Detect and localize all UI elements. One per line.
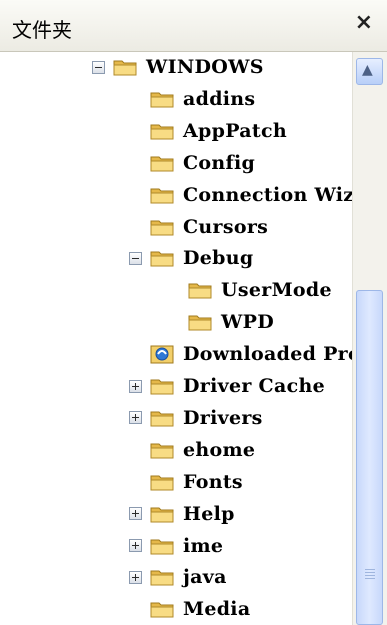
tree-item-label: ime <box>183 534 224 557</box>
folders-pane: 文件夹 × WINDOWS addins AppPatch Config Connect… <box>0 0 387 625</box>
expand-plus-icon[interactable] <box>129 507 142 521</box>
expand-plus-icon[interactable] <box>129 570 142 584</box>
tree-item-label: Help <box>183 502 235 525</box>
tree-item[interactable]: WPD <box>188 307 274 337</box>
tree-item-label: Driver Cache <box>183 375 325 397</box>
tree-item[interactable]: UserMode <box>188 275 332 305</box>
folder-icon <box>150 121 183 141</box>
tree-item[interactable]: ime <box>129 531 223 561</box>
folder-icon <box>150 567 183 587</box>
tree-item[interactable]: Driver Cache <box>129 371 325 401</box>
tree-item[interactable]: Cursors <box>150 212 268 242</box>
tree-item[interactable]: Media <box>150 594 250 624</box>
folder-icon <box>150 599 183 619</box>
tree-item[interactable]: Help <box>129 499 235 529</box>
folders-pane-header: 文件夹 × <box>0 0 387 52</box>
collapse-minus-icon[interactable] <box>92 60 105 74</box>
tree-item-label: addins <box>183 87 256 110</box>
folder-tree: WINDOWS addins AppPatch Config Connection Wi… <box>0 52 352 625</box>
downloaded-program-files-icon <box>150 344 183 364</box>
scroll-up-button[interactable]: ▲ <box>356 58 383 85</box>
scroll-up-arrow-icon: ▲ <box>362 62 373 78</box>
tree-item-label: WINDOWS <box>146 56 264 78</box>
collapse-minus-icon[interactable] <box>129 251 142 265</box>
tree-item-label: AppPatch <box>183 119 287 142</box>
folder-icon <box>150 153 183 173</box>
tree-item-label: ehome <box>183 438 256 461</box>
folder-icon <box>150 408 183 428</box>
vertical-scrollbar[interactable]: ▲ <box>352 52 387 625</box>
tree-item-label: Debug <box>183 247 254 270</box>
folder-icon <box>150 185 183 205</box>
folder-icon <box>150 248 183 268</box>
expand-plus-icon[interactable] <box>129 411 142 425</box>
tree-item[interactable]: java <box>129 562 227 592</box>
tree-item-label: Connection Wiz <box>183 183 352 206</box>
tree-item[interactable]: AppPatch <box>150 116 287 146</box>
expand-plus-icon[interactable] <box>129 379 142 393</box>
tree-item-label: java <box>183 566 227 589</box>
tree-item[interactable]: WINDOWS <box>92 52 264 82</box>
tree-item[interactable]: ehome <box>150 435 255 465</box>
tree-item-label: Drivers <box>183 406 263 429</box>
tree-item-label: WPD <box>221 311 275 334</box>
thumb-grip-line <box>365 575 375 576</box>
folder-icon <box>188 312 221 332</box>
tree-item-label: Fonts <box>183 470 243 493</box>
tree-item[interactable]: Debug <box>129 243 253 273</box>
tree-item[interactable]: Config <box>150 148 255 178</box>
close-pane-button[interactable]: × <box>355 10 373 35</box>
folder-icon <box>150 440 183 460</box>
folder-icon <box>150 536 183 556</box>
tree-item[interactable]: Drivers <box>129 403 263 433</box>
tree-item-label: UserMode <box>221 279 332 302</box>
folder-icon <box>113 57 146 77</box>
folders-pane-title: 文件夹 <box>12 18 72 42</box>
tree-item[interactable]: Connection Wiz <box>150 180 352 210</box>
tree-item[interactable]: Fonts <box>150 467 243 497</box>
tree-item[interactable]: addins <box>150 84 255 114</box>
tree-item-label: Downloaded Pro <box>183 343 352 366</box>
folder-icon <box>150 376 183 396</box>
thumb-grip-line <box>365 569 375 570</box>
tree-item[interactable]: Downloaded Pro <box>150 339 352 369</box>
folder-icon <box>188 280 221 300</box>
tree-item-label: Config <box>183 151 256 174</box>
folder-icon <box>150 472 183 492</box>
folder-icon <box>150 89 183 109</box>
tree-item-label: Media <box>183 598 251 621</box>
folder-icon <box>150 217 183 237</box>
thumb-grip-line <box>365 578 375 579</box>
thumb-grip-line <box>365 572 375 573</box>
folder-icon <box>150 504 183 524</box>
tree-item-label: Cursors <box>183 215 269 238</box>
expand-plus-icon[interactable] <box>129 539 142 552</box>
scroll-thumb[interactable] <box>356 290 383 625</box>
